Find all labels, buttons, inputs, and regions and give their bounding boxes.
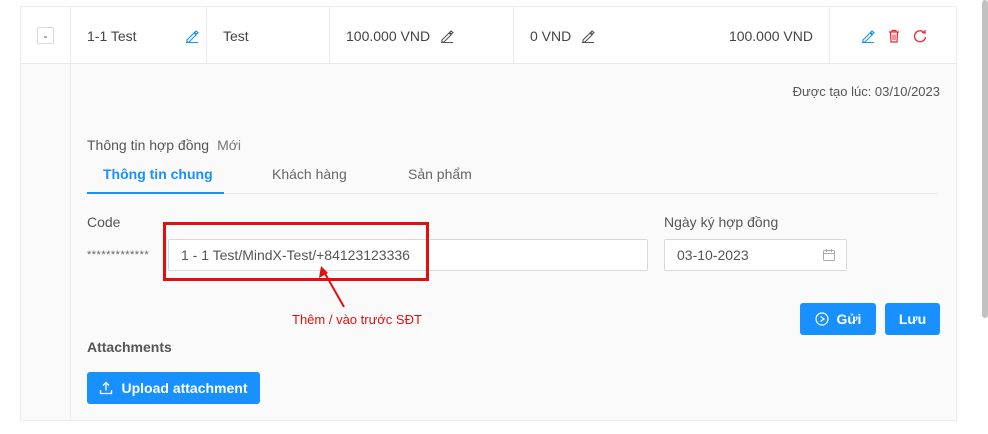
discount-cell: 0 VND 100.000 VND (514, 7, 830, 64)
reload-icon[interactable] (913, 29, 927, 43)
save-button[interactable]: Lưu (885, 303, 940, 335)
product-name: 1-1 Test (87, 27, 137, 44)
code-label: Code (87, 214, 121, 230)
sign-date-label: Ngày ký hợp đồng (664, 214, 779, 230)
tab-general-info[interactable]: Thông tin chung (103, 166, 213, 182)
contract-info-header: Thông tin hợp đồng Mới (87, 137, 241, 153)
contract-info-label: Thông tin hợp đồng (87, 137, 210, 153)
total-value: 100.000 VND (728, 27, 813, 44)
sign-date-picker[interactable]: 03-10-2023 (664, 239, 847, 271)
created-at-text: Được tạo lúc: 03/10/2023 (792, 84, 940, 99)
annotation-arrow (319, 266, 345, 308)
upload-attachment-button[interactable]: Upload attachment (87, 372, 260, 404)
expanded-row-panel: Được tạo lúc: 03/10/2023 Thông tin hợp đ… (71, 64, 957, 421)
edit-icon[interactable] (185, 29, 199, 43)
tab-products[interactable]: Sản phẩm (408, 166, 472, 182)
expanded-gutter (20, 64, 71, 421)
code-masked-prefix: ************* (87, 249, 150, 261)
actions-cell (830, 7, 957, 64)
collapse-row-button[interactable]: - (37, 27, 54, 44)
table-row: - 1-1 Test Test 100.000 VND 0 VND 100.00… (20, 6, 957, 64)
type-cell: Test (207, 7, 330, 64)
product-type: Test (223, 27, 249, 44)
price-cell: 100.000 VND (330, 7, 514, 64)
upload-button-label: Upload attachment (121, 380, 248, 396)
vertical-scrollbar[interactable] (982, 0, 988, 318)
contract-status: Mới (217, 137, 242, 153)
expand-cell: - (21, 7, 71, 64)
active-tab-indicator (87, 192, 224, 194)
edit-icon[interactable] (440, 29, 454, 43)
save-button-label: Lưu (898, 311, 927, 327)
delete-icon[interactable] (887, 29, 901, 43)
edit-icon[interactable] (581, 29, 596, 43)
name-cell: 1-1 Test (71, 7, 207, 64)
price-value: 100.000 VND (346, 27, 431, 44)
send-icon (814, 312, 829, 326)
sign-date-value: 03-10-2023 (677, 247, 749, 263)
attachments-label: Attachments (87, 339, 172, 355)
contract-tabs: Thông tin chung Khách hàng Sản phẩm (87, 160, 937, 194)
send-button-label: Gửi (836, 311, 862, 327)
edit-icon[interactable] (861, 29, 875, 43)
calendar-icon (823, 249, 835, 261)
annotation-text: Thêm / vào trước SĐT (292, 312, 422, 327)
send-button[interactable]: Gửi (800, 303, 876, 335)
discount-value: 0 VND (530, 27, 572, 44)
upload-icon (100, 381, 113, 395)
tab-customer[interactable]: Khách hàng (272, 166, 347, 182)
annotation-highlight-box (163, 222, 429, 281)
